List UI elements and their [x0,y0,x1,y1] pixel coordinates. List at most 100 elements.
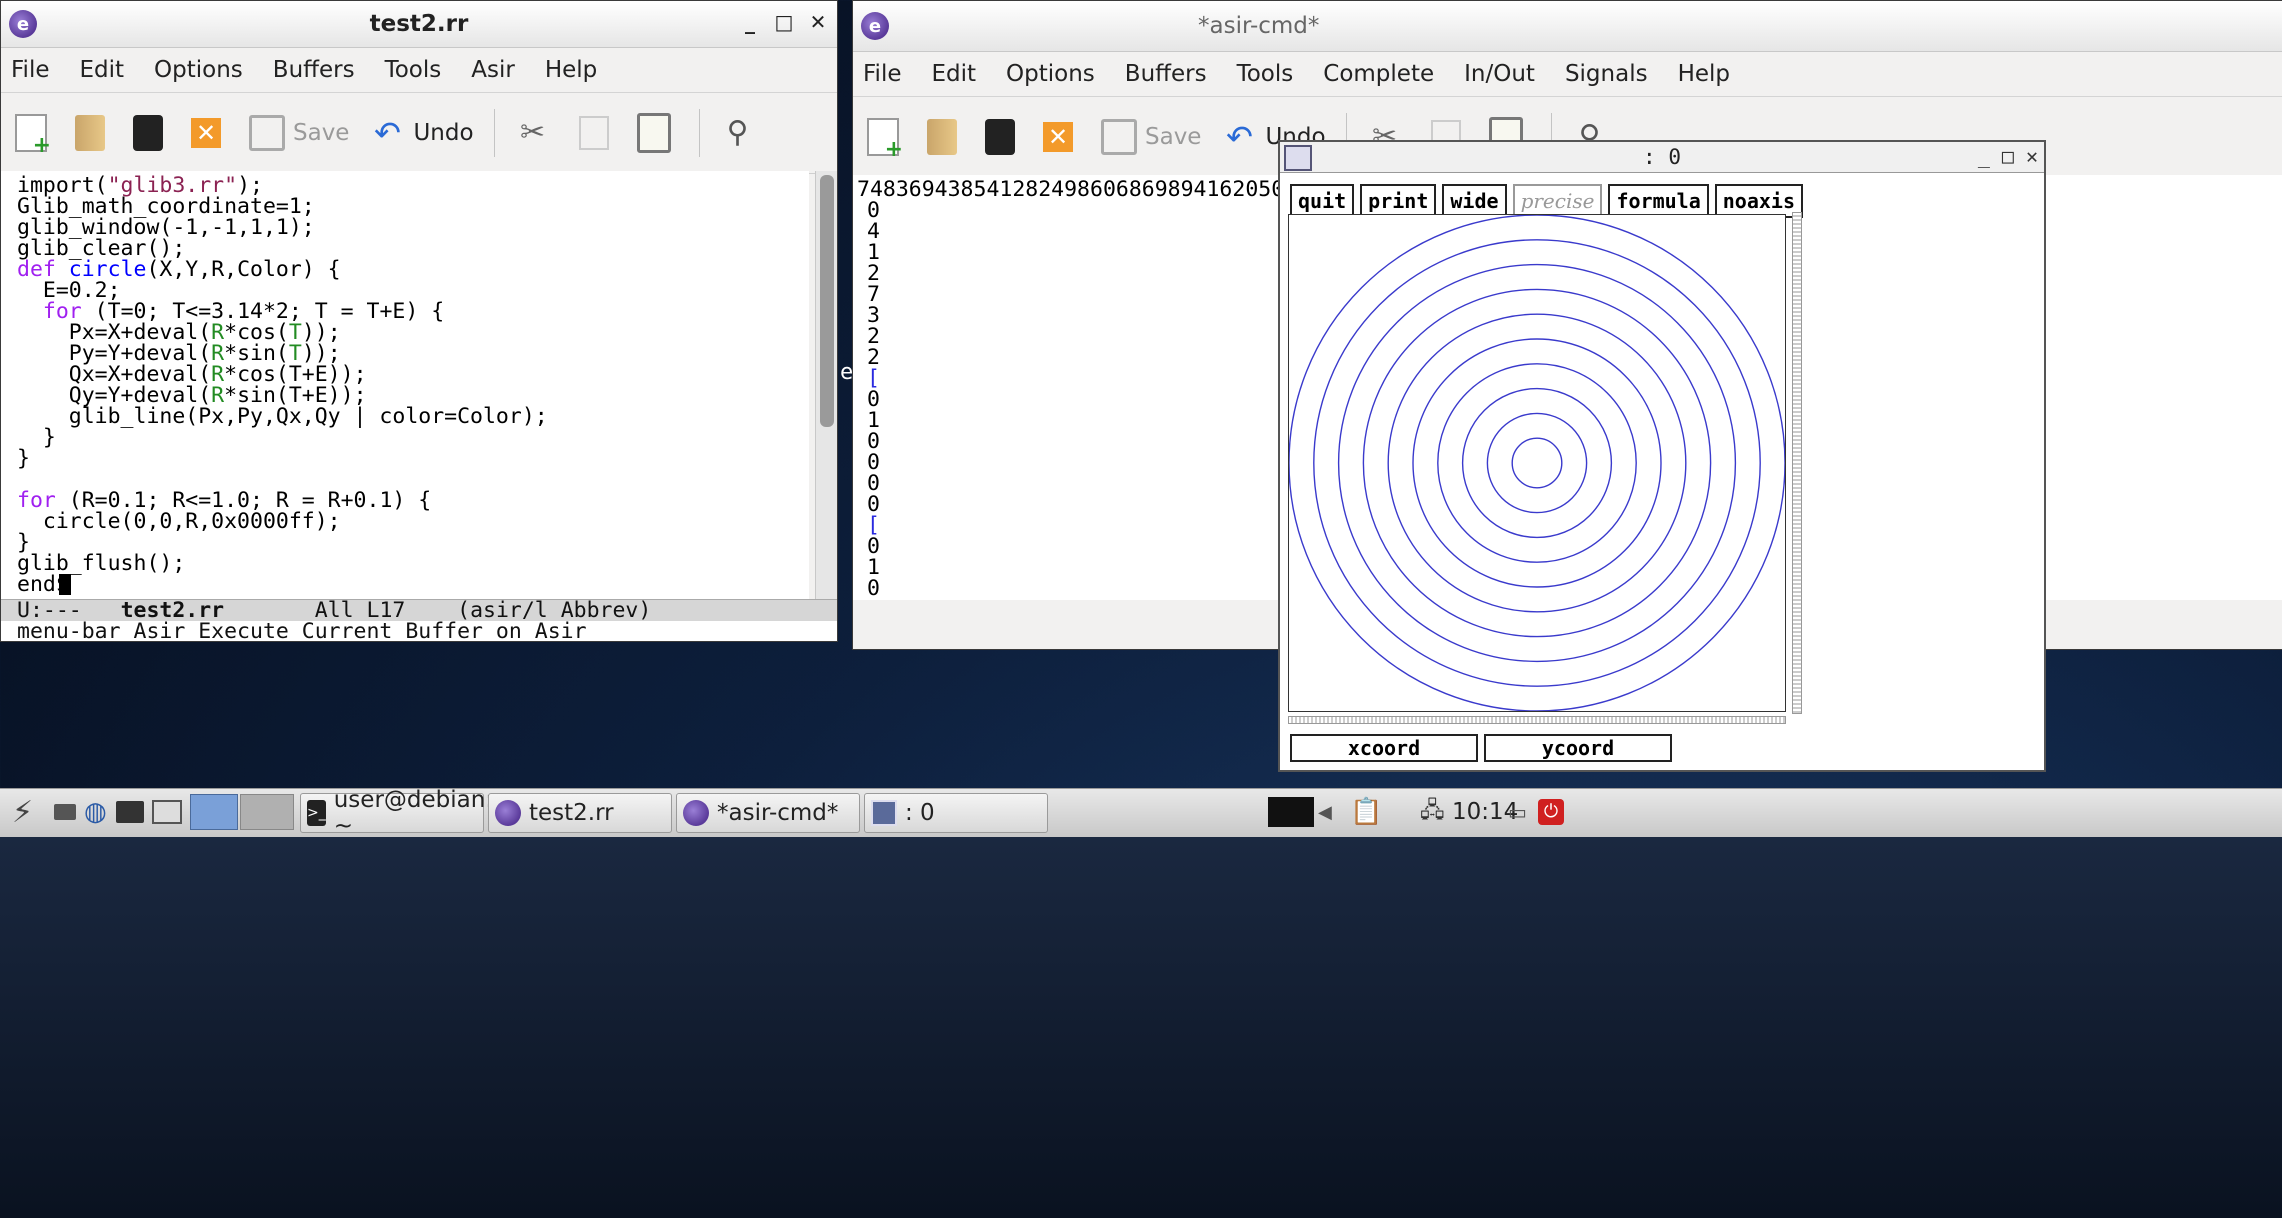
plot-horizontal-scrollbar[interactable] [1288,716,1786,724]
dired-button[interactable] [985,119,1023,155]
menu-tools[interactable]: Tools [1237,61,1294,87]
minimize-button[interactable]: _ [737,9,763,35]
plot-window: : 0 _ □ ✕ quit print wide precise formul… [1278,140,2046,772]
menu-help[interactable]: Help [1678,61,1730,87]
new-file-button[interactable] [15,114,55,158]
close-button[interactable]: ✕ [805,9,831,35]
folder-icon [927,119,957,155]
open-file-button[interactable] [75,115,113,151]
editor-modeline: U:--- test2.rr All L17 (asir/l Abbrev) [1,599,837,622]
save-label: Save [293,120,350,146]
open-file-button[interactable] [927,119,965,155]
cut-button[interactable]: ✂ [515,115,559,151]
output-line: 0 [867,534,880,559]
menu-file[interactable]: File [863,61,902,87]
plot-canvas[interactable] [1288,214,1786,712]
editor-title: test2.rr [369,11,469,37]
clipboard-icon[interactable]: 📋 [1350,793,1382,831]
volume-icon[interactable]: ◀ [1318,793,1332,831]
code-line: Qx=X+deval(R*cos(T+E)); [17,362,367,387]
kill-buffer-button[interactable]: ✕ [1043,122,1081,152]
ycoord-field[interactable]: ycoord [1484,734,1672,762]
maximize-button[interactable]: □ [2002,142,2014,170]
concentric-circles-plot [1288,214,1786,712]
workspace-2[interactable] [240,793,294,831]
output-line: 0 [867,387,880,412]
task-asir-cmd[interactable]: *asir-cmd* [676,793,860,833]
network-icon[interactable]: 🖧 [1420,793,1445,831]
browser-icon[interactable]: ◍ [84,793,107,831]
paste-button[interactable] [636,113,679,153]
task-test2[interactable]: test2.rr [488,793,672,833]
menu-edit[interactable]: Edit [80,57,125,83]
xcoord-field[interactable]: xcoord [1290,734,1478,762]
editor-toolbar: ✕ Save ↶ Undo ✂ ⚲ [1,93,837,174]
undo-button[interactable]: ↶ Undo [369,115,474,151]
quit-button[interactable]: quit [1290,184,1355,218]
close-icon: ✕ [191,118,221,148]
output-line: 4 [867,219,880,244]
close-button[interactable]: ✕ [2026,142,2038,170]
minimize-button[interactable]: _ [1978,142,1990,170]
start-menu-icon[interactable]: ⚡ [12,793,33,831]
code-editor[interactable]: import("glib3.rr"); Glib_math_coordinate=… [1,171,809,599]
print-button[interactable]: print [1360,184,1437,218]
noaxis-button[interactable]: noaxis [1714,184,1804,218]
menu-signals[interactable]: Signals [1565,61,1648,87]
editor-titlebar[interactable]: e test2.rr _ □ ✕ [1,1,837,48]
wide-button[interactable]: wide [1442,184,1507,218]
menu-tools[interactable]: Tools [385,57,442,83]
menu-asir[interactable]: Asir [471,57,515,83]
terminal-icon[interactable] [116,793,144,831]
task-plot[interactable]: : 0 [864,793,1048,833]
task-label: test2.rr [529,800,614,826]
circle-r-8 [1337,263,1737,663]
menu-edit[interactable]: Edit [932,61,977,87]
menu-help[interactable]: Help [545,57,597,83]
cmd-title: *asir-cmd* [1198,13,1320,39]
files-icon[interactable] [54,793,76,831]
menu-complete[interactable]: Complete [1323,61,1434,87]
precise-button[interactable]: precise [1512,184,1603,218]
dired-button[interactable] [133,115,171,151]
menu-buffers[interactable]: Buffers [1125,61,1207,87]
output-line: 7 [867,282,880,307]
windows-icon[interactable] [152,793,182,831]
menu-options[interactable]: Options [1006,61,1095,87]
power-button[interactable]: ⏻ [1538,793,1564,831]
plot-vertical-scrollbar[interactable] [1792,212,1802,714]
search-button[interactable]: ⚲ [720,115,764,151]
save-button[interactable]: Save [249,115,349,151]
menu-file[interactable]: File [11,57,50,83]
emacs-icon: e [9,10,37,38]
maximize-button[interactable]: □ [771,9,797,35]
task-label: *asir-cmd* [717,800,839,826]
output-line: 0 [867,198,880,223]
new-file-button[interactable] [867,118,907,162]
copy-button[interactable] [578,116,617,150]
editor-scrollbar[interactable] [815,171,837,599]
code-line: Glib_math_coordinate=1; [17,194,315,219]
kill-buffer-button[interactable]: ✕ [191,118,229,148]
code-line: glib_clear(); [17,236,186,261]
formula-button[interactable]: formula [1608,184,1709,218]
cmd-titlebar[interactable]: e *asir-cmd* [853,1,2282,52]
menu-buffers[interactable]: Buffers [273,57,355,83]
editor-scroll-thumb[interactable] [820,175,834,427]
save-icon [1101,119,1137,155]
output-line: 0 [867,599,880,600]
screen-icon[interactable]: ▭ [1508,793,1527,831]
code-line: Py=Y+deval(R*sin(T)); [17,341,341,366]
folder-icon [75,115,105,151]
task-terminal[interactable]: >_ user@debian: ~ [300,787,493,839]
workspace-1[interactable] [190,793,238,831]
output-line: 0 [867,492,880,517]
circle-r-6 [1387,313,1687,613]
menu-options[interactable]: Options [154,57,243,83]
plot-titlebar[interactable]: : 0 _ □ ✕ [1280,142,2044,173]
menu-inout[interactable]: In/Out [1464,61,1535,87]
output-line: 2 [867,261,880,286]
plot-title: : 0 [1643,145,1681,169]
save-button[interactable]: Save [1101,119,1201,155]
plot-toolbar: quit print wide precise formula noaxis [1290,184,1804,218]
